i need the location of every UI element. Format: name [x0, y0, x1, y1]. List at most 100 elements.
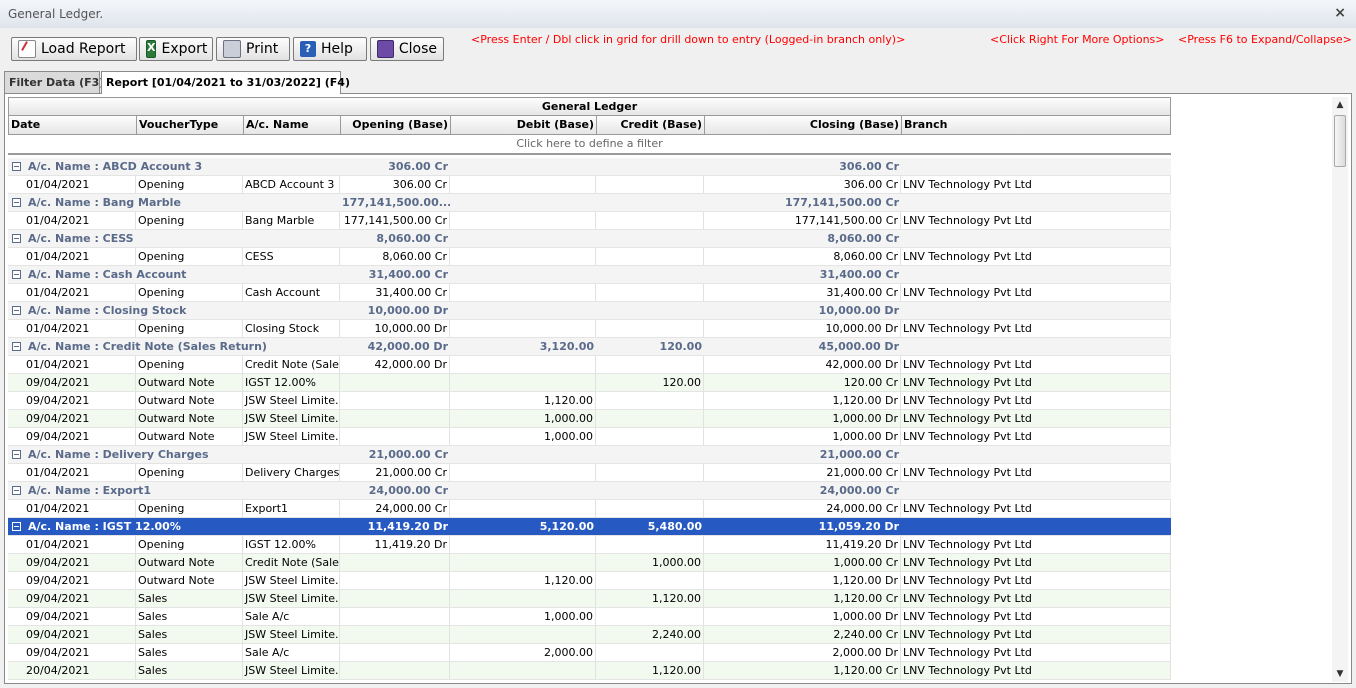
collapse-icon[interactable] [12, 234, 21, 243]
table-row[interactable]: 09/04/2021 Sales JSW Steel Limite... 1,120.… [8, 590, 1171, 608]
col-header-vouchertype[interactable]: VoucherType [137, 116, 244, 134]
export-button[interactable]: X Export [139, 37, 213, 61]
col-header-acname[interactable]: A/c. Name [244, 116, 341, 134]
collapse-icon[interactable] [12, 162, 21, 171]
table-row[interactable]: 09/04/2021 Sales JSW Steel Limite... 2,240.… [8, 626, 1171, 644]
filter-row[interactable]: Click here to define a filter [8, 135, 1171, 155]
table-row[interactable]: 01/04/2021 Opening ABCD Account 3 306.00 Cr… [8, 176, 1171, 194]
cell-acname: Export1 [243, 500, 340, 517]
table-row[interactable]: 01/04/2021 Opening Delivery Charges 21,000.… [8, 464, 1171, 482]
load-report-button[interactable]: Load Report [11, 37, 137, 61]
collapse-icon[interactable] [12, 522, 21, 531]
cell-debit [450, 374, 596, 391]
cell-debit: 1,000.00 [450, 608, 596, 625]
cell-debit [450, 662, 596, 679]
scroll-thumb[interactable] [1334, 115, 1346, 167]
cell-branch: LNV Technology Pvt Ltd [901, 554, 1171, 571]
table-row[interactable]: 01/04/2021 Opening Cash Account 31,400.00 C… [8, 284, 1171, 302]
collapse-icon[interactable] [12, 270, 21, 279]
group-opening-total: 24,000.00 Cr [368, 484, 448, 497]
window-title: General Ledger. [8, 7, 104, 21]
table-row[interactable]: 09/04/2021 Outward Note JSW Steel Limite..… [8, 572, 1171, 590]
cell-acname: JSW Steel Limite... [245, 590, 340, 607]
tab-filter-data[interactable]: Filter Data (F3) [4, 71, 104, 93]
right-click-hint: <Click Right For More Options> [990, 33, 1165, 46]
cell-credit [596, 464, 704, 481]
table-row[interactable]: 09/04/2021 Outward Note JSW Steel Limite..… [8, 410, 1171, 428]
cell-closing: 31,400.00 Cr [704, 284, 901, 301]
group-row[interactable]: A/c. Name : Credit Note (Sales Return) 42… [8, 338, 1171, 356]
cell-date: 01/04/2021 [24, 284, 136, 301]
cell-date: 01/04/2021 [24, 464, 136, 481]
group-opening-total: 31,400.00 Cr [368, 268, 448, 281]
col-header-opening[interactable]: Opening (Base) [341, 116, 451, 134]
col-header-closing[interactable]: Closing (Base) [705, 116, 902, 134]
cell-date: 01/04/2021 [24, 176, 136, 193]
col-header-date[interactable]: Date [9, 116, 137, 134]
help-button[interactable]: ? Help [293, 37, 367, 61]
cell-acname: JSW Steel Limite... [245, 428, 340, 445]
table-row[interactable]: 01/04/2021 Opening Closing Stock 10,000.00 … [8, 320, 1171, 338]
help-label: Help [321, 41, 353, 57]
table-row[interactable]: 20/04/2021 Sales JSW Steel Limite... 1,120.… [8, 662, 1171, 680]
table-row[interactable]: 01/04/2021 Opening CESS 8,060.00 Cr 8,060.00… [8, 248, 1171, 266]
group-row[interactable]: A/c. Name : Bang Marble 177,141,500.00...… [8, 194, 1171, 212]
cell-debit [450, 464, 596, 481]
group-row[interactable]: A/c. Name : CESS 8,060.00 Cr 8,060.00 Cr [8, 230, 1171, 248]
vertical-scrollbar[interactable]: ▲ ▼ [1332, 97, 1348, 682]
group-row[interactable]: A/c. Name : Cash Account 31,400.00 Cr 31,4… [8, 266, 1171, 284]
cell-branch: LNV Technology Pvt Ltd [901, 320, 1171, 337]
cell-branch: LNV Technology Pvt Ltd [901, 608, 1171, 625]
print-button[interactable]: Print [216, 37, 290, 61]
group-debit-total [450, 230, 596, 247]
group-row[interactable]: A/c. Name : Closing Stock 10,000.00 Dr 10,… [8, 302, 1171, 320]
tab-report[interactable]: Report [01/04/2021 to 31/03/2022] (F4) [101, 71, 350, 94]
collapse-icon[interactable] [12, 198, 21, 207]
cell-debit [450, 248, 596, 265]
collapse-icon[interactable] [12, 486, 21, 495]
cell-acname: ABCD Account 3 [243, 176, 340, 193]
cell-credit [596, 176, 704, 193]
collapse-icon[interactable] [12, 306, 21, 315]
ledger-grid[interactable]: General Ledger Date VoucherType A/c. Nam… [8, 97, 1171, 682]
collapse-icon[interactable] [12, 342, 21, 351]
cell-closing: 306.00 Cr [704, 176, 901, 193]
window-close-icon[interactable]: × [1334, 5, 1346, 21]
col-header-branch[interactable]: Branch [902, 116, 1171, 134]
table-row[interactable]: 09/04/2021 Outward Note IGST 12.00% 120.00 1… [8, 374, 1171, 392]
table-row[interactable]: 09/04/2021 Outward Note Credit Note (Sale.… [8, 554, 1171, 572]
scroll-down-icon[interactable]: ▼ [1332, 666, 1348, 682]
col-header-credit[interactable]: Credit (Base) [597, 116, 705, 134]
cell-closing: 42,000.00 Dr [704, 356, 901, 373]
table-row[interactable]: 01/04/2021 Opening Bang Marble 177,141,500.… [8, 212, 1171, 230]
cell-branch: LNV Technology Pvt Ltd [901, 284, 1171, 301]
group-debit-total [450, 446, 596, 463]
table-row[interactable]: 01/04/2021 Opening Export1 24,000.00 Cr 24,0… [8, 500, 1171, 518]
group-row[interactable]: A/c. Name : ABCD Account 3 306.00 Cr 306.0… [8, 158, 1171, 176]
close-button[interactable]: Close [370, 37, 444, 61]
group-row[interactable]: A/c. Name : Delivery Charges 21,000.00 Cr… [8, 446, 1171, 464]
table-row[interactable]: 01/04/2021 Opening IGST 12.00% 11,419.20 Dr… [8, 536, 1171, 554]
scroll-up-icon[interactable]: ▲ [1332, 97, 1348, 113]
group-debit-total: 3,120.00 [539, 340, 594, 353]
table-row[interactable]: 01/04/2021 Opening Credit Note (Sale... 42,… [8, 356, 1171, 374]
cell-branch: LNV Technology Pvt Ltd [901, 536, 1171, 553]
group-closing-total: 8,060.00 Cr [827, 232, 899, 245]
group-name: A/c. Name : Delivery Charges [28, 448, 209, 461]
cell-acname: Credit Note (Sale... [245, 554, 340, 571]
col-header-debit[interactable]: Debit (Base) [451, 116, 597, 134]
group-row[interactable]: A/c. Name : IGST 12.00% 11,419.20 Dr 5,120… [8, 518, 1171, 536]
table-row[interactable]: 09/04/2021 Outward Note JSW Steel Limite..… [8, 392, 1171, 410]
group-name: A/c. Name : Credit Note (Sales Return) [28, 340, 267, 353]
cell-branch: LNV Technology Pvt Ltd [901, 428, 1171, 445]
cell-closing: 1,120.00 Cr [704, 590, 901, 607]
cell-acname: Closing Stock [243, 320, 340, 337]
collapse-icon[interactable] [12, 450, 21, 459]
table-row[interactable]: 09/04/2021 Sales Sale A/c 1,000.00 1,000.00 … [8, 608, 1171, 626]
cell-debit [450, 176, 596, 193]
cell-closing: 1,120.00 Cr [704, 662, 901, 679]
table-row[interactable]: 09/04/2021 Sales Sale A/c 2,000.00 2,000.00 … [8, 644, 1171, 662]
table-row[interactable]: 09/04/2021 Outward Note JSW Steel Limite..… [8, 428, 1171, 446]
group-row[interactable]: A/c. Name : Export1 24,000.00 Cr 24,000.00… [8, 482, 1171, 500]
cell-date: 09/04/2021 [24, 644, 136, 661]
